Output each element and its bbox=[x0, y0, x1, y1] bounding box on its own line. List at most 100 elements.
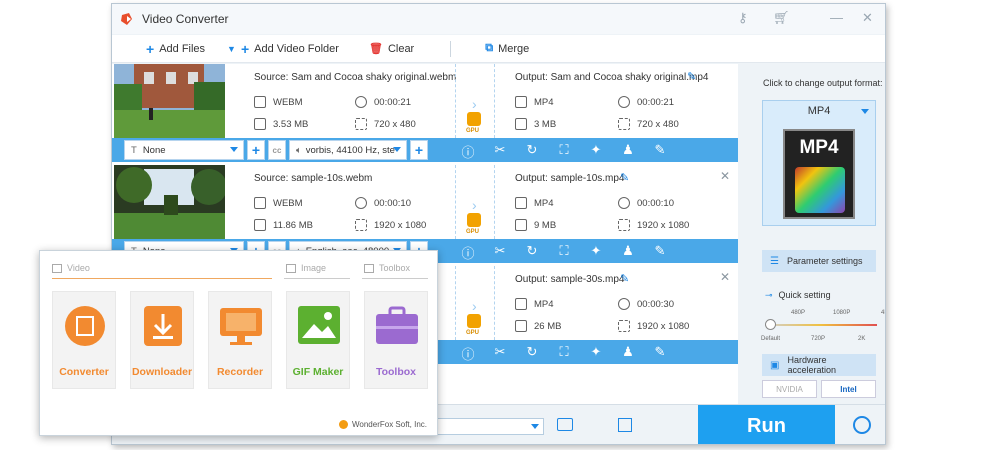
add-folder-button[interactable]: ▼ + Add Video Folder bbox=[227, 41, 339, 57]
watermark-icon[interactable]: ♟ bbox=[612, 243, 644, 262]
clear-button[interactable]: 🗑︎ Clear bbox=[369, 42, 414, 56]
edit-toolbar: T None + cc 🔈︎ vorbis, 44100 Hz, ste + ⓘ ✂ ↻… bbox=[112, 138, 738, 162]
remove-item-icon[interactable]: ✕ bbox=[720, 169, 730, 183]
arrow-icon: › bbox=[472, 298, 477, 314]
downloader-icon bbox=[144, 306, 182, 346]
output-size-value: 26 MB bbox=[534, 320, 562, 332]
audio-value: vorbis, 44100 Hz, ste bbox=[305, 144, 395, 156]
trim-icon[interactable]: ✂ bbox=[484, 344, 516, 363]
info-icon[interactable]: ⓘ bbox=[452, 344, 484, 363]
wonderfox-logo-icon bbox=[339, 420, 348, 429]
cart-icon[interactable]: 🛒︎ bbox=[773, 10, 790, 26]
clock-icon bbox=[618, 197, 630, 209]
gif-maker-tile[interactable]: GIF Maker bbox=[286, 291, 350, 389]
watermark-icon[interactable]: ♟ bbox=[612, 142, 644, 161]
edit-output-name-icon[interactable]: ✎ bbox=[687, 70, 696, 83]
source-format-value: WEBM bbox=[273, 96, 303, 108]
output-folder-icon[interactable] bbox=[618, 418, 632, 432]
video-thumbnail[interactable] bbox=[114, 165, 225, 239]
clock-icon bbox=[618, 298, 630, 310]
effects-icon[interactable]: ✦ bbox=[580, 243, 612, 262]
toolbar: + Add Files ▼ + Add Video Folder 🗑︎ Clea… bbox=[112, 35, 885, 63]
downloader-tile[interactable]: Downloader bbox=[130, 291, 194, 389]
quality-slider-track bbox=[765, 324, 877, 326]
effects-icon[interactable]: ✦ bbox=[580, 344, 612, 363]
output-folder-select[interactable] bbox=[424, 418, 544, 435]
source-size-value: 3.53 MB bbox=[273, 118, 309, 130]
nvidia-option[interactable]: NVIDIA bbox=[762, 380, 817, 398]
hardware-acceleration-button[interactable]: ▣ Hardware acceleration bbox=[762, 354, 876, 376]
output-filename: Output: Sam and Cocoa shaky original.mp4 bbox=[515, 72, 709, 83]
output-format-selector[interactable]: MP4 MP4 bbox=[762, 100, 876, 226]
video-thumbnail[interactable] bbox=[114, 64, 225, 138]
file-item[interactable]: Source: Sam and Cocoa shaky original.web… bbox=[112, 64, 738, 162]
intel-option[interactable]: Intel bbox=[821, 380, 876, 398]
arrow-icon: › bbox=[472, 96, 477, 112]
source-filename: Source: sample-10s.webm bbox=[254, 173, 373, 184]
remove-item-icon[interactable]: ✕ bbox=[720, 270, 730, 284]
output-format-name: MP4 bbox=[807, 105, 831, 117]
effects-icon[interactable]: ✦ bbox=[580, 142, 612, 161]
add-files-button[interactable]: + Add Files bbox=[146, 41, 205, 57]
trim-icon[interactable]: ✂ bbox=[484, 243, 516, 262]
source-duration: 00:00:21 bbox=[355, 96, 411, 108]
file-item[interactable]: Source: sample-10s.webm WEBM 00:00:10 11… bbox=[112, 165, 738, 263]
merge-label: Merge bbox=[498, 42, 530, 55]
gpu-vendors: NVIDIA Intel bbox=[762, 380, 876, 398]
recorder-label: Recorder bbox=[216, 366, 264, 378]
clock-icon bbox=[355, 96, 367, 108]
crop-icon[interactable]: ⛶ bbox=[548, 344, 580, 363]
edit-icon[interactable]: ✎ bbox=[644, 344, 676, 363]
rotate-icon[interactable]: ↻ bbox=[516, 142, 548, 161]
quick-setting-label: ⊸ Quick setting bbox=[765, 290, 831, 301]
converter-tile[interactable]: Converter bbox=[52, 291, 116, 389]
mp4-format-icon: MP4 bbox=[783, 129, 855, 219]
watermark-icon[interactable]: ♟ bbox=[612, 344, 644, 363]
gpu-label: GPU bbox=[466, 128, 480, 134]
change-format-label: Click to change output format: bbox=[763, 78, 883, 88]
add-subtitle-button[interactable]: + bbox=[247, 140, 265, 160]
film-reel-graphic bbox=[795, 167, 845, 213]
recorder-tile[interactable]: Recorder bbox=[208, 291, 272, 389]
toolbox-section-icon bbox=[364, 263, 374, 273]
cc-icon[interactable]: cc bbox=[268, 140, 286, 160]
output-duration-value: 00:00:30 bbox=[637, 298, 674, 310]
parameter-settings-button[interactable]: ☰ Parameter settings bbox=[762, 250, 876, 272]
format-icon bbox=[254, 197, 266, 209]
edit-icon[interactable]: ✎ bbox=[644, 142, 676, 161]
gpu-icon bbox=[467, 213, 481, 227]
rotate-icon[interactable]: ↻ bbox=[516, 344, 548, 363]
quality-stop: Default bbox=[761, 336, 781, 342]
crop-icon[interactable]: ⛶ bbox=[548, 142, 580, 161]
toolbox-tile[interactable]: Toolbox bbox=[364, 291, 428, 389]
source-size: 11.86 MB bbox=[254, 219, 313, 231]
rotate-icon[interactable]: ↻ bbox=[516, 243, 548, 262]
open-folder-icon[interactable] bbox=[557, 418, 573, 431]
info-icon[interactable]: ⓘ bbox=[452, 243, 484, 262]
title-bar: Video Converter ⚷ 🛒︎ — ✕ bbox=[112, 4, 885, 34]
folder-icon bbox=[254, 219, 266, 231]
edit-output-name-icon[interactable]: ✎ bbox=[620, 171, 629, 184]
alarm-clock-icon[interactable] bbox=[853, 416, 871, 434]
source-format: WEBM bbox=[254, 197, 303, 209]
edit-icon[interactable]: ✎ bbox=[644, 243, 676, 262]
output-duration-value: 00:00:21 bbox=[637, 96, 674, 108]
info-icon[interactable]: ⓘ bbox=[452, 142, 484, 161]
trim-icon[interactable]: ✂ bbox=[484, 142, 516, 161]
audio-select[interactable]: 🔈︎ vorbis, 44100 Hz, ste bbox=[289, 140, 407, 160]
close-button[interactable]: ✕ bbox=[862, 10, 873, 26]
source-resolution: 1920 x 1080 bbox=[355, 219, 426, 231]
merge-button[interactable]: ⧉ Merge bbox=[485, 42, 529, 55]
crop-icon[interactable]: ⛶ bbox=[548, 243, 580, 262]
quality-slider[interactable] bbox=[765, 316, 877, 334]
edit-output-name-icon[interactable]: ✎ bbox=[620, 272, 629, 285]
key-icon[interactable]: ⚷ bbox=[738, 10, 748, 26]
quality-slider-knob[interactable] bbox=[765, 319, 776, 330]
minimize-button[interactable]: — bbox=[830, 10, 843, 25]
converter-icon bbox=[65, 306, 105, 346]
add-audio-button[interactable]: + bbox=[410, 140, 428, 160]
run-button[interactable]: Run bbox=[698, 405, 835, 444]
brand-footer: WonderFox Soft, Inc. bbox=[339, 420, 427, 429]
recorder-icon bbox=[220, 308, 262, 345]
subtitle-select[interactable]: T None bbox=[124, 140, 244, 160]
